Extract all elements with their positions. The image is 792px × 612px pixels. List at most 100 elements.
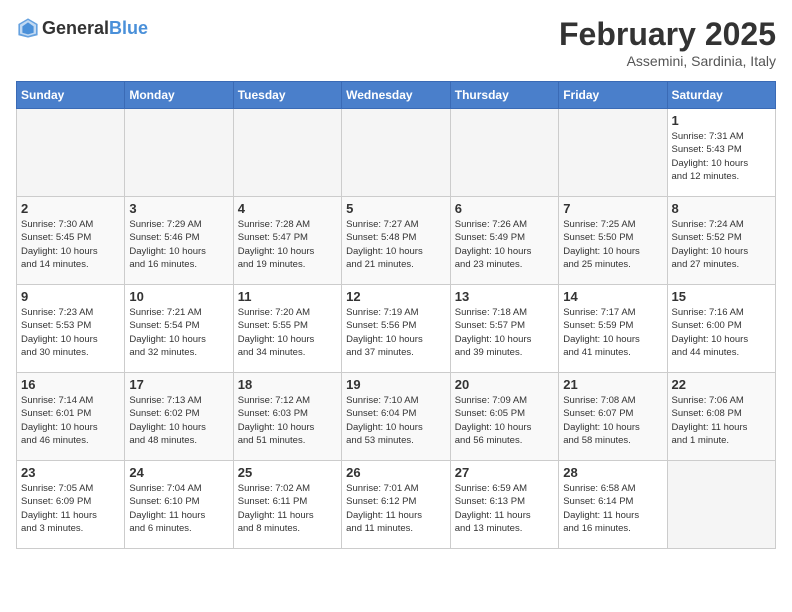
day-number: 12 xyxy=(346,289,446,304)
calendar-cell: 3 Sunrise: 7:29 AM Sunset: 5:46 PM Daylig… xyxy=(125,197,233,285)
day-info: Sunrise: 7:31 AM Sunset: 5:43 PM Dayligh… xyxy=(672,130,772,183)
day-number: 22 xyxy=(672,377,772,392)
day-number: 16 xyxy=(21,377,120,392)
day-number: 2 xyxy=(21,201,120,216)
day-info: Sunrise: 7:29 AM Sunset: 5:46 PM Dayligh… xyxy=(129,218,228,271)
day-info: Sunrise: 7:06 AM Sunset: 6:08 PM Dayligh… xyxy=(672,394,772,447)
weekday-header-saturday: Saturday xyxy=(667,82,776,109)
month-title: February 2025 xyxy=(559,16,776,53)
day-info: Sunrise: 7:02 AM Sunset: 6:11 PM Dayligh… xyxy=(238,482,337,535)
weekday-header-monday: Monday xyxy=(125,82,233,109)
calendar-cell: 22 Sunrise: 7:06 AM Sunset: 6:08 PM Dayli… xyxy=(667,373,776,461)
calendar-cell: 20 Sunrise: 7:09 AM Sunset: 6:05 PM Dayli… xyxy=(450,373,558,461)
day-info: Sunrise: 7:19 AM Sunset: 5:56 PM Dayligh… xyxy=(346,306,446,359)
day-info: Sunrise: 7:13 AM Sunset: 6:02 PM Dayligh… xyxy=(129,394,228,447)
calendar-cell: 16Sunrise: 7:14 AM Sunset: 6:01 PM Dayli… xyxy=(17,373,125,461)
weekday-header-tuesday: Tuesday xyxy=(233,82,341,109)
week-row-4: 16Sunrise: 7:14 AM Sunset: 6:01 PM Dayli… xyxy=(17,373,776,461)
calendar-cell: 13 Sunrise: 7:18 AM Sunset: 5:57 PM Dayli… xyxy=(450,285,558,373)
day-number: 1 xyxy=(672,113,772,128)
day-info: Sunrise: 7:20 AM Sunset: 5:55 PM Dayligh… xyxy=(238,306,337,359)
calendar-cell: 23 Sunrise: 7:05 AM Sunset: 6:09 PM Dayli… xyxy=(17,461,125,549)
logo-icon xyxy=(16,16,40,40)
calendar-cell: 11 Sunrise: 7:20 AM Sunset: 5:55 PM Dayli… xyxy=(233,285,341,373)
calendar-cell xyxy=(125,109,233,197)
calendar-cell: 5 Sunrise: 7:27 AM Sunset: 5:48 PM Daylig… xyxy=(342,197,451,285)
week-row-2: 2 Sunrise: 7:30 AM Sunset: 5:45 PM Daylig… xyxy=(17,197,776,285)
day-info: Sunrise: 7:30 AM Sunset: 5:45 PM Dayligh… xyxy=(21,218,120,271)
calendar-cell xyxy=(342,109,451,197)
calendar-cell: 15 Sunrise: 7:16 AM Sunset: 6:00 PM Dayli… xyxy=(667,285,776,373)
day-number: 25 xyxy=(238,465,337,480)
calendar-cell: 4 Sunrise: 7:28 AM Sunset: 5:47 PM Daylig… xyxy=(233,197,341,285)
day-number: 9 xyxy=(21,289,120,304)
location-subtitle: Assemini, Sardinia, Italy xyxy=(559,53,776,69)
logo-general: General xyxy=(42,18,109,38)
day-info: Sunrise: 7:09 AM Sunset: 6:05 PM Dayligh… xyxy=(455,394,554,447)
calendar-cell: 10Sunrise: 7:21 AM Sunset: 5:54 PM Dayli… xyxy=(125,285,233,373)
calendar-cell: 9 Sunrise: 7:23 AM Sunset: 5:53 PM Daylig… xyxy=(17,285,125,373)
day-number: 11 xyxy=(238,289,337,304)
calendar-cell: 18 Sunrise: 7:12 AM Sunset: 6:03 PM Dayli… xyxy=(233,373,341,461)
day-info: Sunrise: 7:23 AM Sunset: 5:53 PM Dayligh… xyxy=(21,306,120,359)
calendar-cell xyxy=(450,109,558,197)
day-number: 4 xyxy=(238,201,337,216)
calendar-cell xyxy=(233,109,341,197)
logo: GeneralBlue xyxy=(16,16,148,40)
day-number: 6 xyxy=(455,201,554,216)
weekday-header-friday: Friday xyxy=(559,82,667,109)
day-number: 18 xyxy=(238,377,337,392)
day-info: Sunrise: 7:16 AM Sunset: 6:00 PM Dayligh… xyxy=(672,306,772,359)
calendar-cell: 21 Sunrise: 7:08 AM Sunset: 6:07 PM Dayli… xyxy=(559,373,667,461)
calendar-cell xyxy=(17,109,125,197)
day-info: Sunrise: 7:12 AM Sunset: 6:03 PM Dayligh… xyxy=(238,394,337,447)
day-info: Sunrise: 7:05 AM Sunset: 6:09 PM Dayligh… xyxy=(21,482,120,535)
calendar-cell: 28 Sunrise: 6:58 AM Sunset: 6:14 PM Dayli… xyxy=(559,461,667,549)
day-number: 5 xyxy=(346,201,446,216)
day-info: Sunrise: 7:28 AM Sunset: 5:47 PM Dayligh… xyxy=(238,218,337,271)
calendar-cell: 24 Sunrise: 7:04 AM Sunset: 6:10 PM Dayli… xyxy=(125,461,233,549)
day-number: 13 xyxy=(455,289,554,304)
day-number: 27 xyxy=(455,465,554,480)
day-number: 24 xyxy=(129,465,228,480)
day-number: 3 xyxy=(129,201,228,216)
weekday-header-row: SundayMondayTuesdayWednesdayThursdayFrid… xyxy=(17,82,776,109)
day-number: 10 xyxy=(129,289,228,304)
calendar-cell: 8Sunrise: 7:24 AM Sunset: 5:52 PM Daylig… xyxy=(667,197,776,285)
calendar-cell: 17Sunrise: 7:13 AM Sunset: 6:02 PM Dayli… xyxy=(125,373,233,461)
day-info: Sunrise: 7:27 AM Sunset: 5:48 PM Dayligh… xyxy=(346,218,446,271)
day-number: 23 xyxy=(21,465,120,480)
day-number: 14 xyxy=(563,289,662,304)
day-number: 20 xyxy=(455,377,554,392)
calendar-cell: 27 Sunrise: 6:59 AM Sunset: 6:13 PM Dayli… xyxy=(450,461,558,549)
day-info: Sunrise: 7:26 AM Sunset: 5:49 PM Dayligh… xyxy=(455,218,554,271)
week-row-3: 9 Sunrise: 7:23 AM Sunset: 5:53 PM Daylig… xyxy=(17,285,776,373)
page-header: GeneralBlue February 2025 Assemini, Sard… xyxy=(16,16,776,69)
calendar-cell: 19 Sunrise: 7:10 AM Sunset: 6:04 PM Dayli… xyxy=(342,373,451,461)
day-info: Sunrise: 7:17 AM Sunset: 5:59 PM Dayligh… xyxy=(563,306,662,359)
calendar-cell: 1 Sunrise: 7:31 AM Sunset: 5:43 PM Daylig… xyxy=(667,109,776,197)
calendar-cell: 14 Sunrise: 7:17 AM Sunset: 5:59 PM Dayli… xyxy=(559,285,667,373)
day-number: 19 xyxy=(346,377,446,392)
day-number: 28 xyxy=(563,465,662,480)
day-info: Sunrise: 7:25 AM Sunset: 5:50 PM Dayligh… xyxy=(563,218,662,271)
day-number: 8 xyxy=(672,201,772,216)
day-info: Sunrise: 6:58 AM Sunset: 6:14 PM Dayligh… xyxy=(563,482,662,535)
calendar-cell: 12 Sunrise: 7:19 AM Sunset: 5:56 PM Dayli… xyxy=(342,285,451,373)
day-info: Sunrise: 7:08 AM Sunset: 6:07 PM Dayligh… xyxy=(563,394,662,447)
day-info: Sunrise: 7:18 AM Sunset: 5:57 PM Dayligh… xyxy=(455,306,554,359)
calendar-cell xyxy=(559,109,667,197)
calendar-cell: 25 Sunrise: 7:02 AM Sunset: 6:11 PM Dayli… xyxy=(233,461,341,549)
calendar-cell: 2 Sunrise: 7:30 AM Sunset: 5:45 PM Daylig… xyxy=(17,197,125,285)
week-row-5: 23 Sunrise: 7:05 AM Sunset: 6:09 PM Dayli… xyxy=(17,461,776,549)
day-info: Sunrise: 7:10 AM Sunset: 6:04 PM Dayligh… xyxy=(346,394,446,447)
week-row-1: 1 Sunrise: 7:31 AM Sunset: 5:43 PM Daylig… xyxy=(17,109,776,197)
day-number: 7 xyxy=(563,201,662,216)
calendar-cell xyxy=(667,461,776,549)
calendar-cell: 26Sunrise: 7:01 AM Sunset: 6:12 PM Dayli… xyxy=(342,461,451,549)
calendar-cell: 7 Sunrise: 7:25 AM Sunset: 5:50 PM Daylig… xyxy=(559,197,667,285)
day-number: 15 xyxy=(672,289,772,304)
day-info: Sunrise: 7:04 AM Sunset: 6:10 PM Dayligh… xyxy=(129,482,228,535)
day-number: 21 xyxy=(563,377,662,392)
day-info: Sunrise: 6:59 AM Sunset: 6:13 PM Dayligh… xyxy=(455,482,554,535)
